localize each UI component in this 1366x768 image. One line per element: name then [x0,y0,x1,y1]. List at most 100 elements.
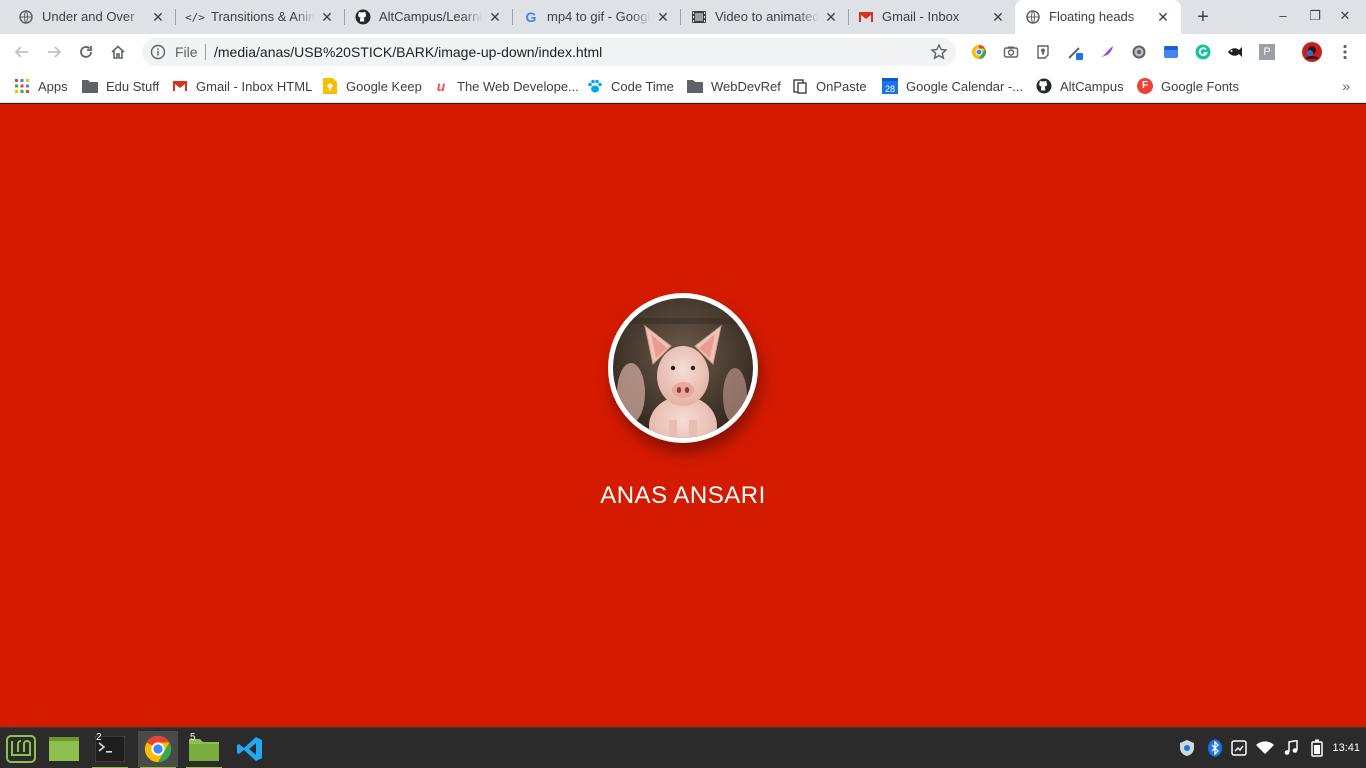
camera-icon[interactable] [1002,43,1020,61]
feather-icon[interactable] [1098,43,1116,61]
globe-icon [1025,9,1041,25]
window-extension-icon[interactable] [1162,43,1180,61]
taskbar-chrome[interactable] [138,731,178,768]
omnibox-divider [205,44,206,60]
profile-image [608,293,758,443]
bookmarks-overflow-button[interactable]: » [1342,78,1350,94]
bookmark-google-fonts[interactable]: F Google Fonts [1137,77,1239,95]
tab-strip: Under and Over ✕ </> Transitions & Anima… [0,0,1366,34]
bookmark-edu-stuff[interactable]: Edu Stuff [82,77,159,95]
minimize-button[interactable]: – [1275,8,1291,24]
tab-title: Gmail - Inbox [882,9,960,24]
bookmark-apps[interactable]: Apps [14,77,68,95]
home-button[interactable] [106,40,130,64]
back-button[interactable] [10,40,34,64]
bookmark-webdevref[interactable]: WebDevRef [687,77,781,95]
shield-icon[interactable] [1178,739,1196,757]
tab-floating-heads[interactable]: Floating heads ✕ [1015,0,1181,34]
screenshot-icon[interactable] [1230,739,1248,757]
close-tab-icon[interactable]: ✕ [319,8,335,26]
tab-mp4-to-gif[interactable]: G mp4 to gif - Google Search ✕ [513,0,681,34]
eyedropper-icon[interactable] [1066,43,1084,61]
forward-button[interactable] [42,40,66,64]
fish-extension-icon[interactable] [1226,43,1244,61]
battery-icon[interactable] [1308,739,1326,757]
mint-menu-button[interactable] [1,731,41,767]
lightbulb-extension-icon[interactable] [1034,43,1052,61]
bookmark-label: Edu Stuff [106,78,160,94]
home-icon [111,45,125,59]
close-tab-icon[interactable]: ✕ [487,8,503,26]
taskbar-terminal[interactable]: 2 [90,731,130,768]
music-note-icon[interactable] [1282,739,1300,757]
bookmark-label: Google Calendar -... [906,78,1024,94]
bookmark-code-time[interactable]: Code Time [587,77,674,95]
close-tab-icon[interactable]: ✕ [990,8,1006,26]
close-window-button[interactable]: ✕ [1337,8,1353,24]
bookmark-star-icon[interactable] [930,43,948,61]
address-bar[interactable]: File /media/anas/USB%20STICK/BARK/image-… [142,38,956,66]
grammarly-icon[interactable] [1194,43,1212,61]
profile-name: ANAS ANSARI [600,482,766,509]
tab-title: AltCampus/Learning [379,9,483,24]
keep-icon [322,78,338,94]
tab-title: Transitions & Animations [211,9,315,24]
bookmark-label: OnPaste [816,78,867,94]
bookmarks-bar: Apps Edu Stuff Gmail - Inbox HTML Google… [0,70,1366,103]
folder-icon [687,78,703,94]
taskbar-files[interactable]: 5 [184,731,224,768]
new-tab-button[interactable]: + [1192,6,1214,28]
tab-title: Under and Over [42,9,135,24]
clipboard-icon [792,78,808,94]
window-count: 2 [96,732,102,743]
show-desktop-button[interactable] [44,731,84,767]
tab-under-and-over[interactable]: Under and Over ✕ [8,0,176,34]
taskbar-vscode[interactable] [230,731,270,767]
gmail-icon [858,9,874,25]
tab-transitions[interactable]: </> Transitions & Animations ✕ [177,0,345,34]
p-extension-icon[interactable]: P [1258,43,1276,61]
tab-gmail-inbox[interactable]: Gmail - Inbox ✕ [848,0,1016,34]
film-icon [691,9,707,25]
gmail-icon [172,78,188,94]
clock[interactable]: 13:41 [1332,742,1360,754]
restore-button[interactable]: ❐ [1307,8,1323,24]
profile-avatar[interactable] [1302,42,1322,62]
calendar-icon: 28 [882,78,898,94]
arrow-right-icon [48,46,62,58]
reload-button[interactable] [74,40,98,64]
extension-chrome-icon[interactable] [970,43,988,61]
bookmark-gmail-inbox-html[interactable]: Gmail - Inbox HTML [172,77,312,95]
bluetooth-icon[interactable] [1206,739,1224,757]
menu-kebab-icon[interactable] [1336,43,1354,61]
bookmark-altcampus[interactable]: AltCampus [1036,77,1124,95]
udemy-icon: u [436,78,446,94]
wifi-icon[interactable] [1256,739,1274,757]
tab-video-to-gif[interactable]: Video to animated GIF ✕ [681,0,849,34]
apps-grid-icon [14,78,30,94]
bookmark-label: AltCampus [1060,78,1124,94]
bookmark-google-calendar[interactable]: 28 Google Calendar -... [882,77,1023,95]
url-text[interactable]: /media/anas/USB%20STICK/BARK/image-up-do… [214,44,602,60]
bookmark-google-keep[interactable]: Google Keep [322,77,422,95]
tab-separator [175,9,176,25]
globe-icon [18,9,34,25]
bookmark-web-developer[interactable]: u The Web Develope... [433,77,579,95]
close-tab-icon[interactable]: ✕ [655,8,671,26]
page-viewport: ANAS ANSARI [0,104,1366,727]
close-tab-icon[interactable]: ✕ [823,8,839,26]
close-tab-icon[interactable]: ✕ [150,8,166,26]
browser-toolbar: File /media/anas/USB%20STICK/BARK/image-… [0,34,1366,70]
bookmark-onpaste[interactable]: OnPaste [792,77,867,95]
bookmark-label: WebDevRef [711,78,781,94]
info-icon[interactable] [150,44,166,60]
fonts-icon: F [1137,78,1153,94]
folder-icon [82,78,98,94]
tab-title: Video to animated GIF [715,9,819,24]
tab-altcampus-learning[interactable]: AltCampus/Learning ✕ [345,0,513,34]
paw-icon [587,78,603,94]
close-tab-icon[interactable]: ✕ [1155,8,1171,26]
arrow-left-icon [14,46,28,58]
code-icon: </> [185,10,205,24]
gear-extension-icon[interactable] [1130,43,1148,61]
